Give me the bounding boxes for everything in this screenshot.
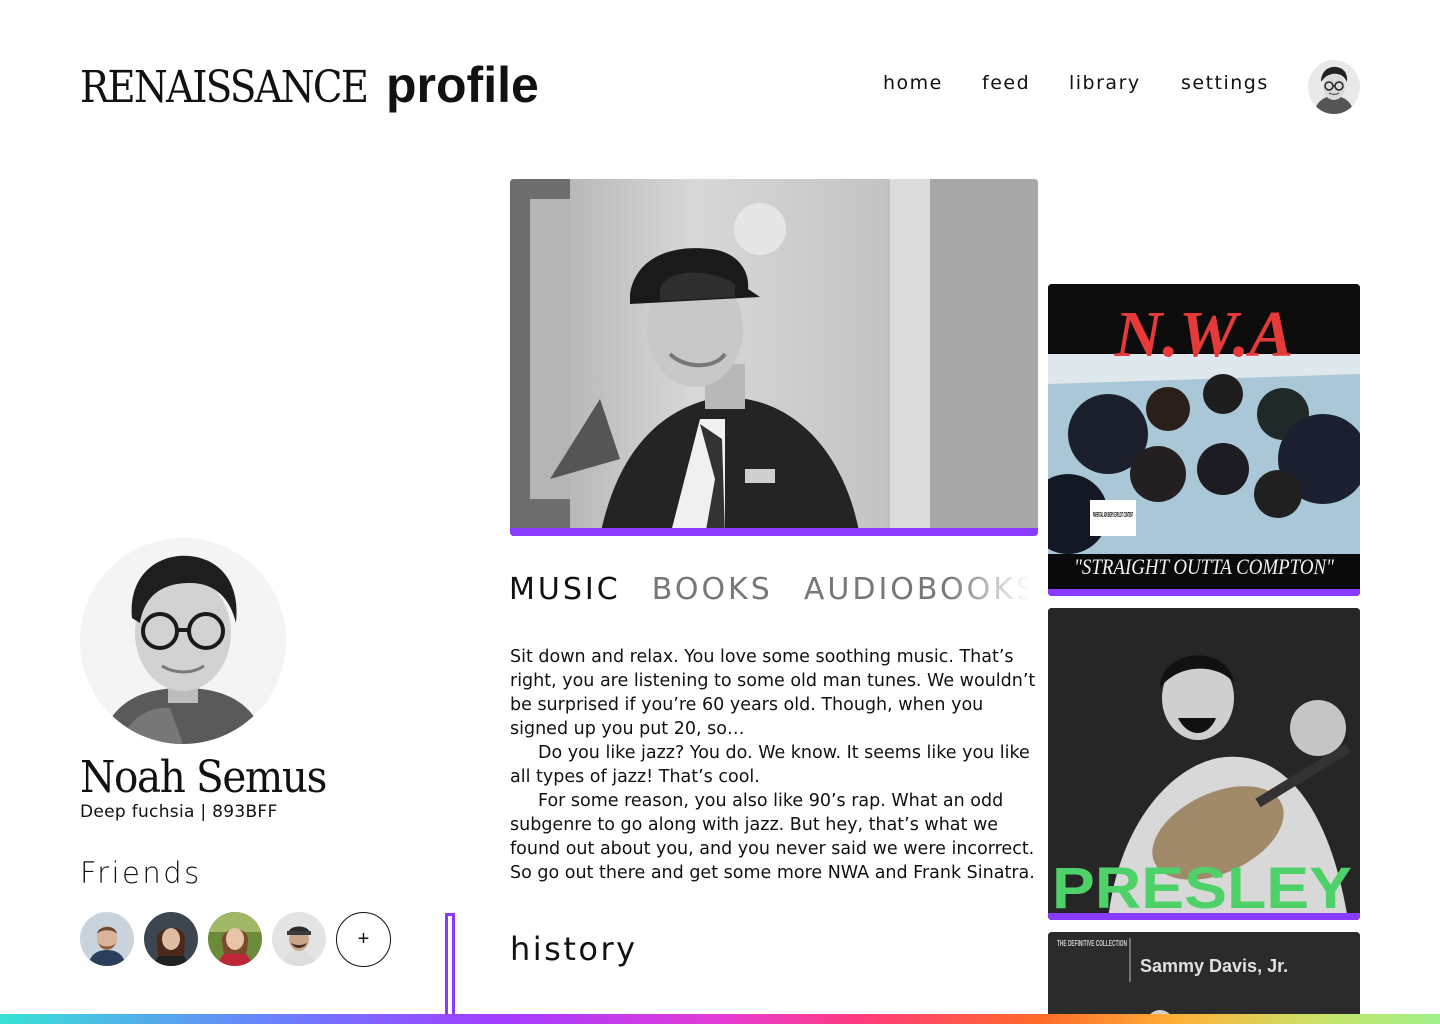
bio-paragraph-2: Do you like jazz? You do. We know. It se… (510, 743, 1030, 787)
tab-music[interactable]: MUSIC (509, 572, 621, 607)
nwa-advisory-text: PARENTAL ADVISORY EXPLICIT CONTENT (1093, 512, 1133, 519)
sammy-artist-text: Sammy Davis, Jr. (1140, 956, 1288, 976)
bio-paragraph-3: For some reason, you also like 90’s rap.… (510, 791, 1035, 883)
profile-name: Noah Semus (80, 752, 327, 803)
brand-logo[interactable]: RENAISSANCE profile (80, 56, 539, 116)
hero-photo (510, 179, 1038, 536)
friends-heading: Friends (80, 856, 202, 890)
bottom-gradient-bar (0, 1014, 1440, 1024)
hero-image (510, 179, 1038, 536)
sammy-series-text: THE DEFINITIVE COLLECTION (1057, 939, 1127, 948)
nav-settings[interactable]: settings (1181, 72, 1291, 94)
brand-bold-text: profile (386, 57, 539, 113)
album-accent-bar (1048, 913, 1360, 920)
friends-list: + (80, 912, 391, 967)
tab-books[interactable]: BOOKS (652, 572, 773, 607)
history-heading: history (510, 930, 638, 968)
album-card-elvis[interactable]: ELVIS PRESLEY (1048, 608, 1360, 920)
bio-paragraph-1: Sit down and relax. You love some soothi… (510, 647, 1036, 739)
nav-library[interactable]: library (1069, 72, 1159, 94)
friend-avatar[interactable] (80, 912, 134, 966)
album-card-sammy[interactable]: THE DEFINITIVE COLLECTION Sammy Davis, J… (1048, 932, 1360, 1024)
album-accent-bar (1048, 589, 1360, 596)
friend-avatar[interactable] (144, 912, 198, 966)
profile-subtitle: Deep fuchsia | 893BFF (80, 802, 278, 822)
hero-accent-bar (510, 528, 1038, 536)
decorative-bracket (445, 913, 455, 1014)
album-cover-sammy: THE DEFINITIVE COLLECTION Sammy Davis, J… (1048, 932, 1360, 1024)
nwa-title-text: N.W.A (1114, 298, 1293, 371)
user-avatar[interactable] (1308, 60, 1360, 114)
nav-home[interactable]: home (883, 72, 963, 94)
profile-photo (80, 538, 286, 744)
tab-audiobooks[interactable]: AUDIOBOOKS (804, 572, 1038, 607)
nav-feed[interactable]: feed (982, 72, 1052, 94)
album-cover-elvis: ELVIS PRESLEY (1048, 608, 1360, 920)
album-cover-nwa: N.W.A PARENTAL ADVISORY EXPLICIT CONTENT… (1048, 284, 1360, 596)
add-friend-button[interactable]: + (336, 912, 391, 967)
nwa-caption-text: "STRAIGHT OUTTA COMPTON" (1074, 554, 1335, 579)
user-avatar-image (1308, 60, 1360, 114)
brand-serif-text: RENAISSANCE (80, 62, 369, 113)
friend-avatar[interactable] (208, 912, 262, 966)
elvis-horizontal-text: PRESLEY (1052, 856, 1352, 920)
friend-avatar[interactable] (272, 912, 326, 966)
album-card-nwa[interactable]: N.W.A PARENTAL ADVISORY EXPLICIT CONTENT… (1048, 284, 1360, 596)
profile-bio: Sit down and relax. You love some soothi… (510, 645, 1044, 885)
category-tabs: MUSIC BOOKS AUDIOBOOKS (509, 572, 1038, 612)
profile-photo-image (80, 538, 286, 744)
elvis-vertical-text: ELVIS (1048, 652, 1058, 814)
